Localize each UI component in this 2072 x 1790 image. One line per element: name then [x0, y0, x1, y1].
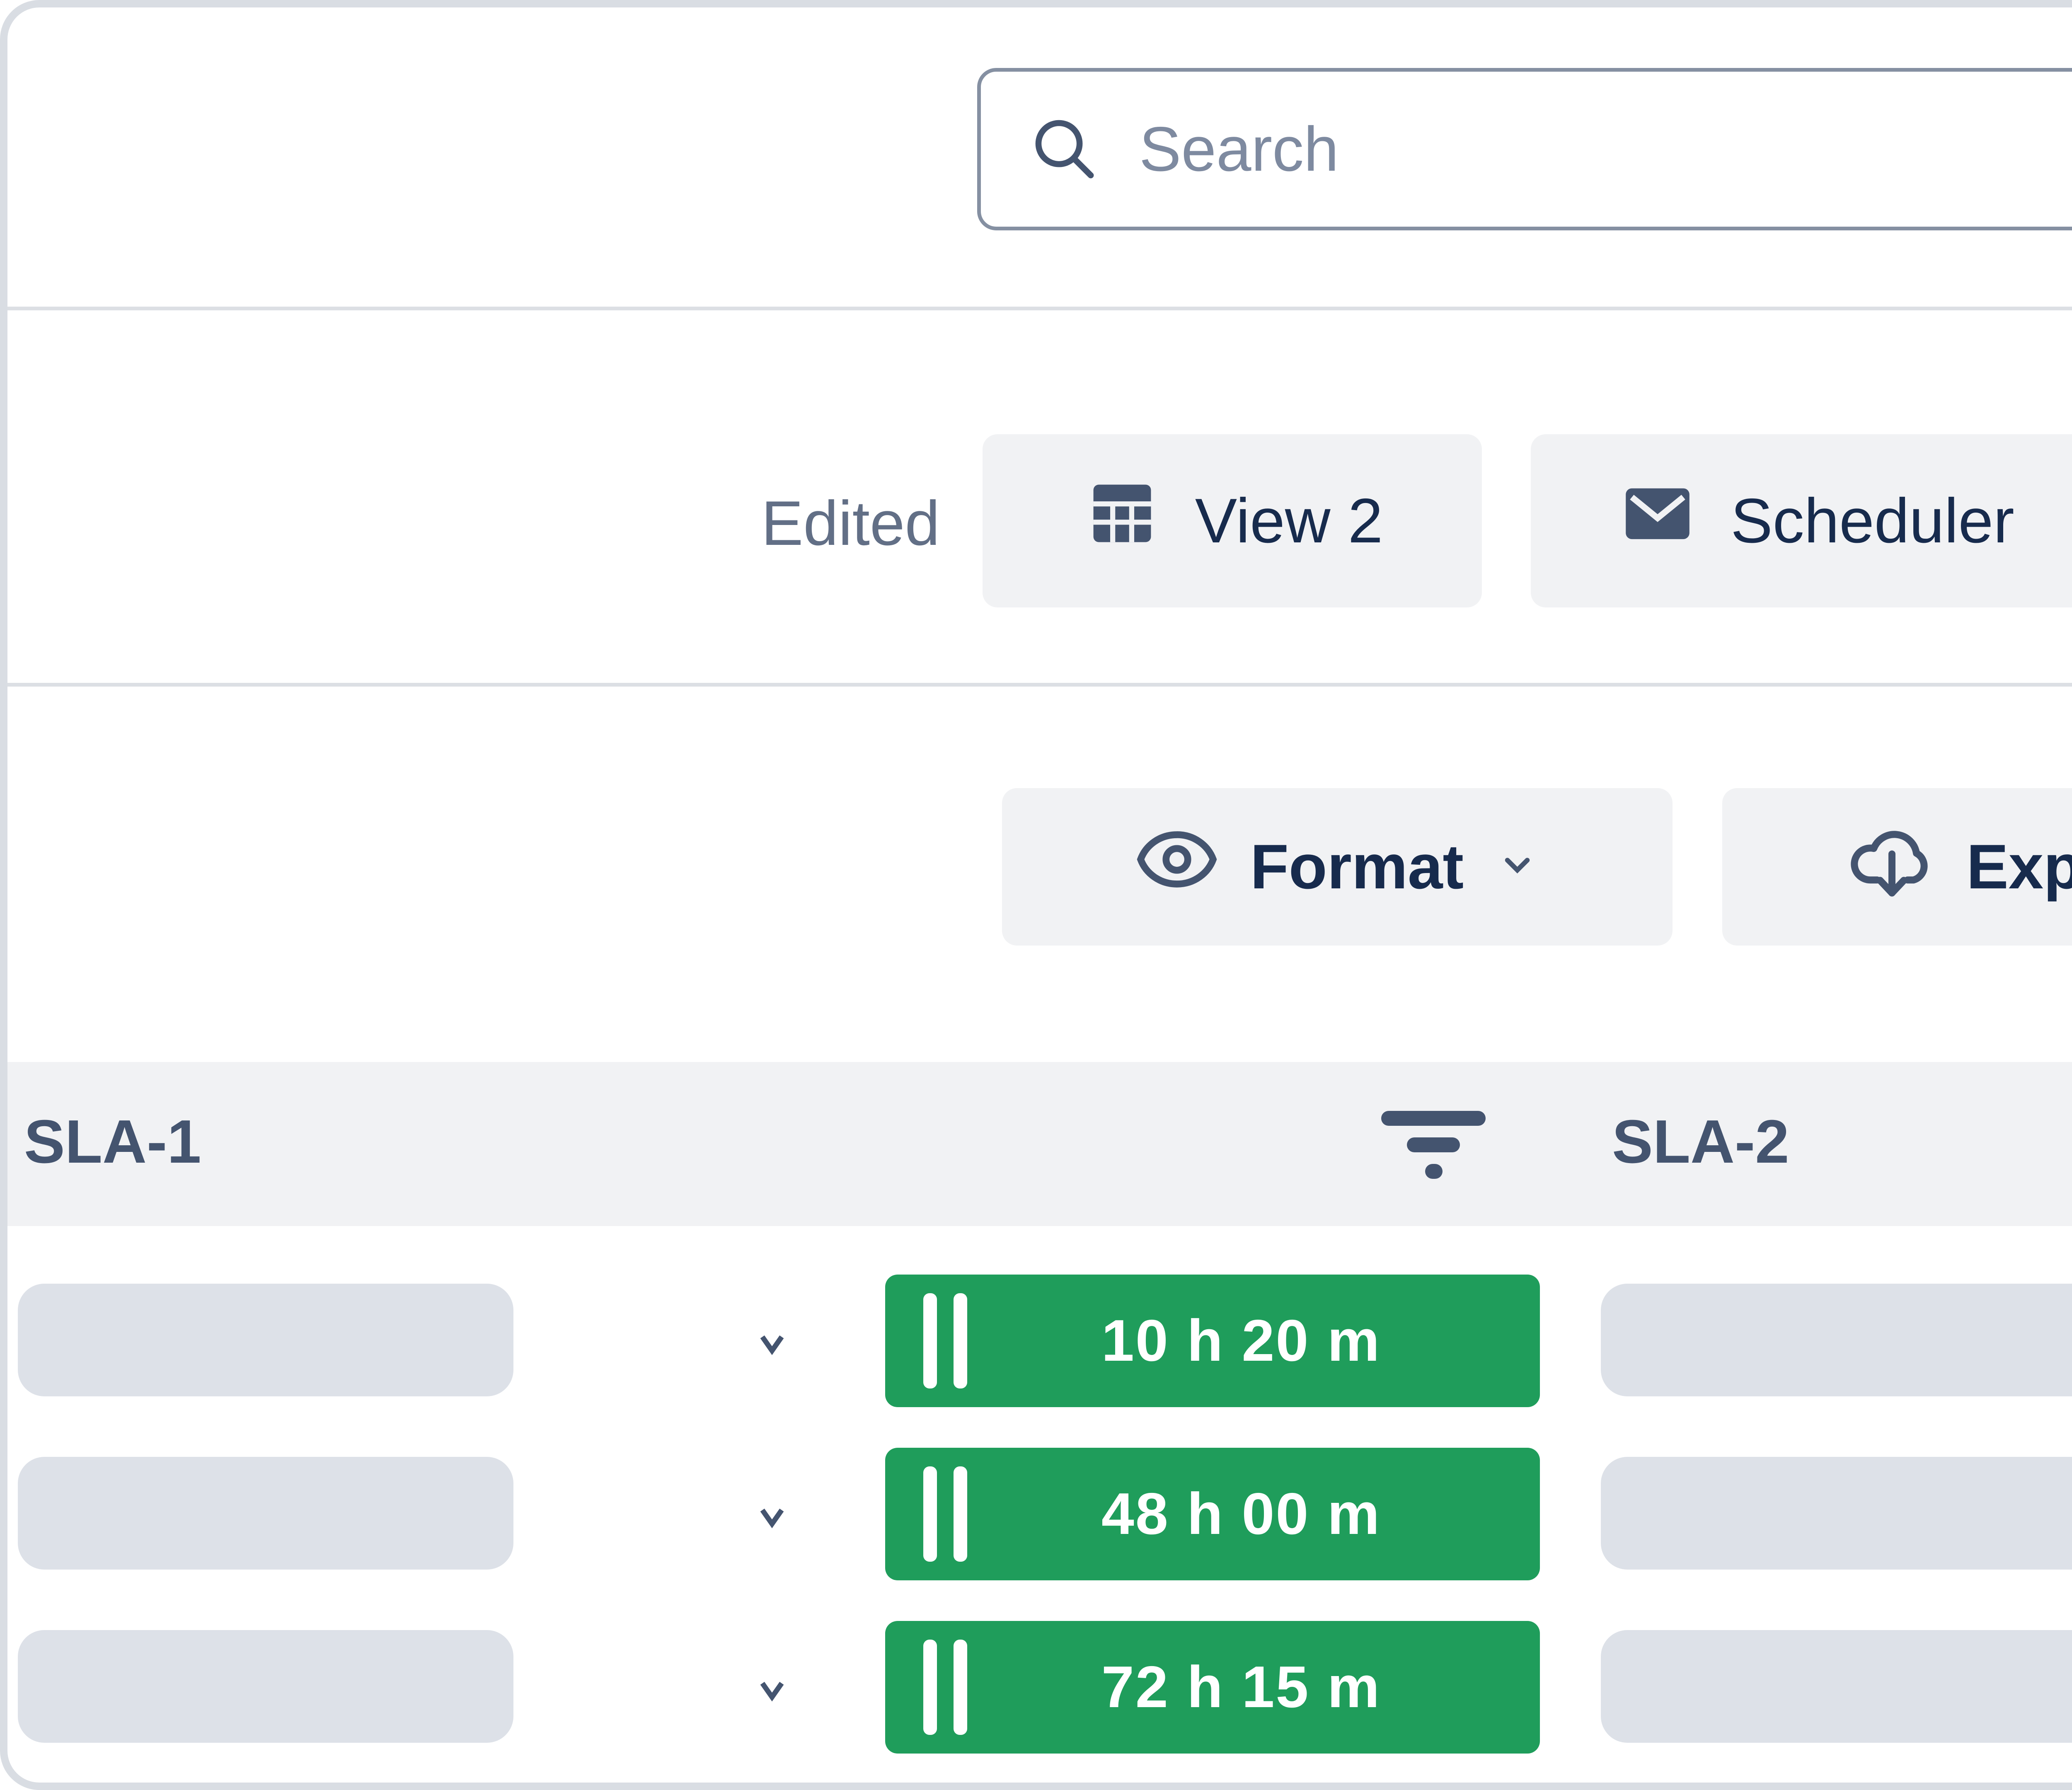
placeholder-pill [1601, 1284, 2072, 1396]
sla1-time-value: 10 h 20 m [967, 1307, 1540, 1375]
placeholder-pill [18, 1630, 513, 1743]
eye-icon [1133, 816, 1220, 918]
sla1-filter-icon[interactable] [1381, 1111, 1486, 1177]
chevron-down-icon[interactable] [743, 1660, 801, 1718]
app-card: 9+ ? Edited View 2 [0, 0, 2072, 1790]
chevron-down-icon [1493, 831, 1541, 903]
sla1-timer-badge[interactable]: 10 h 20 m [885, 1275, 1540, 1407]
export-label: Export [1966, 831, 2072, 903]
scheduler-button[interactable]: Scheduler [1531, 434, 2072, 607]
view-2-button[interactable]: View 2 [983, 434, 1482, 607]
cloud-download-icon [1847, 815, 1936, 919]
pause-icon [923, 1640, 967, 1735]
export-button[interactable]: Export [1722, 788, 2072, 946]
sla1-time-value: 72 h 15 m [967, 1653, 1540, 1721]
view-2-label: View 2 [1195, 485, 1383, 557]
search-box[interactable] [977, 68, 2072, 230]
placeholder-pill [1601, 1630, 2072, 1743]
placeholder-pill [1601, 1457, 2072, 1570]
header-divider [7, 307, 2072, 310]
pause-icon [923, 1466, 967, 1562]
table-header: SLA-1 SLA-2 [7, 1062, 2072, 1226]
format-button[interactable]: Format [1002, 788, 1673, 946]
search-icon [1027, 112, 1100, 186]
placeholder-pill [18, 1284, 513, 1396]
edited-status-label: Edited [708, 487, 940, 560]
placeholder-pill [18, 1457, 513, 1570]
chevron-down-icon[interactable] [743, 1487, 801, 1545]
column-header-sla1: SLA-1 [24, 1107, 201, 1177]
chevron-down-icon[interactable] [743, 1314, 801, 1372]
search-input[interactable] [1139, 113, 2072, 186]
sla1-timer-badge[interactable]: 48 h 00 m [885, 1448, 1540, 1580]
sla1-time-value: 48 h 00 m [967, 1480, 1540, 1548]
sla1-timer-badge[interactable]: 72 h 15 m [885, 1621, 1540, 1754]
toolbar-divider [7, 683, 2072, 687]
pause-icon [923, 1293, 967, 1388]
column-header-sla2: SLA-2 [1612, 1107, 1789, 1177]
scheduler-label: Scheduler [1731, 485, 2014, 557]
table-grid-icon [1082, 473, 1163, 569]
mail-icon [1617, 473, 1698, 569]
format-label: Format [1250, 831, 1464, 903]
